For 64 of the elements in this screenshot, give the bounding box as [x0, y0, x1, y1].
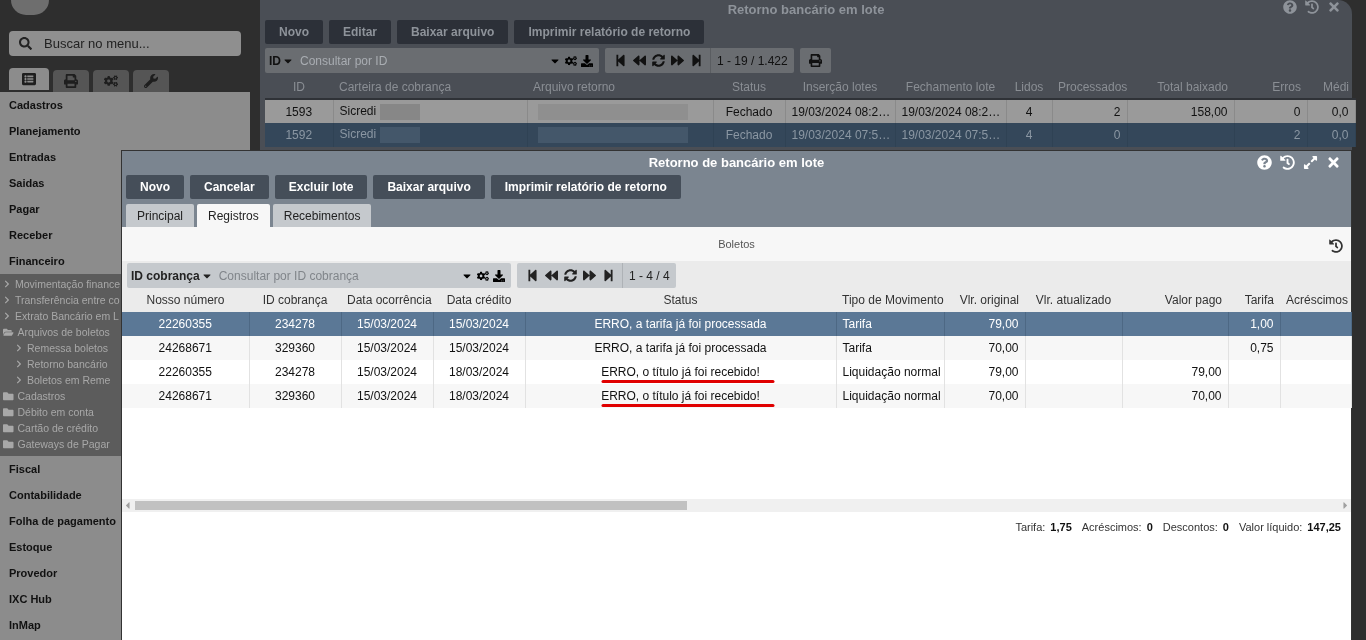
table-cell: Tarifa	[842, 341, 872, 355]
total-value: 1,75	[1050, 520, 1072, 533]
table-cell: 0,75	[1250, 341, 1274, 355]
table-cell: 4	[1025, 128, 1033, 142]
table-cell: 15/03/2024	[356, 389, 418, 403]
table-cell: 24268671	[158, 341, 212, 355]
table-cell: ERRO, a tarifa já foi processada	[594, 341, 767, 355]
window-title: Retorno bancário em lote	[727, 1, 885, 17]
table-cell: 15/03/2024	[356, 317, 418, 331]
table-cell: 15/03/2024	[356, 365, 418, 379]
table-cell: Fechado	[725, 128, 773, 142]
table-cell: 0,0	[1331, 128, 1349, 142]
table-cell: 0	[1113, 128, 1121, 142]
table-cell: Liquidação normal	[842, 389, 941, 403]
table-cell: 1593	[285, 104, 313, 119]
table-cell: 2	[1293, 128, 1301, 142]
table-cell: 0	[1293, 104, 1301, 119]
table-cell: Sicredi	[339, 103, 377, 118]
section-title: Boletos	[718, 238, 755, 250]
table-cell: 234278	[274, 365, 315, 379]
table-cell: 1,00	[1250, 317, 1274, 331]
table-cell: Tarifa	[842, 317, 872, 331]
table-cell: ERRO, o título já foi recebido!	[601, 389, 760, 403]
table-cell: 1592	[285, 128, 313, 142]
search-placeholder: Buscar no menu...	[44, 36, 150, 52]
table-cell: 15/03/2024	[448, 317, 510, 331]
total-value: 147,25	[1307, 520, 1341, 533]
table-cell: 79,00	[988, 365, 1019, 379]
total-label: Tarifa:	[1015, 520, 1046, 533]
table-cell: 19/03/2024 08:2…	[791, 104, 891, 119]
total-value: 0	[1222, 520, 1229, 533]
table-cell: Sicredi	[339, 127, 377, 142]
total-label: Descontos:	[1162, 520, 1218, 533]
table-cell: 70,00	[988, 389, 1019, 403]
table-cell: 329360	[274, 389, 315, 403]
table-cell: Liquidação normal	[842, 365, 941, 379]
table-cell: 22260355	[158, 365, 212, 379]
table-cell: 234278	[274, 317, 315, 331]
table-cell: 18/03/2024	[448, 365, 510, 379]
table-cell: 19/03/2024 07:5…	[901, 128, 1001, 142]
table-cell: 329360	[274, 341, 315, 355]
table-cell: 22260355	[158, 317, 212, 331]
table-cell: 70,00	[1191, 389, 1222, 403]
table-cell: 79,00	[1191, 365, 1222, 379]
total-label: Acréscimos:	[1081, 520, 1142, 533]
table-cell: 18/03/2024	[448, 389, 510, 403]
table-cell: 15/03/2024	[448, 341, 510, 355]
table-cell: 19/03/2024 08:2…	[901, 104, 1001, 119]
table-cell: 79,00	[988, 317, 1019, 331]
dialog-title: Retorno de bancário em lote	[648, 154, 825, 170]
table-cell: 24268671	[158, 389, 212, 403]
total-value: 0	[1146, 520, 1153, 533]
table-cell: 158,00	[1190, 104, 1228, 119]
table-cell: 0,0	[1331, 104, 1349, 119]
table-cell: 2	[1113, 104, 1121, 119]
table-cell: ERRO, a tarifa já foi processada	[594, 317, 767, 331]
table-cell: ERRO, o título já foi recebido!	[601, 365, 760, 379]
table-cell: 70,00	[988, 341, 1019, 355]
table-cell: 15/03/2024	[356, 341, 418, 355]
table-cell: 4	[1025, 104, 1033, 119]
table-cell: Fechado	[725, 104, 773, 119]
pagination-info: 1 - 19 / 1.422	[710, 48, 794, 73]
total-label: Valor líquido:	[1238, 520, 1303, 533]
table-cell: 19/03/2024 07:5…	[791, 128, 891, 142]
